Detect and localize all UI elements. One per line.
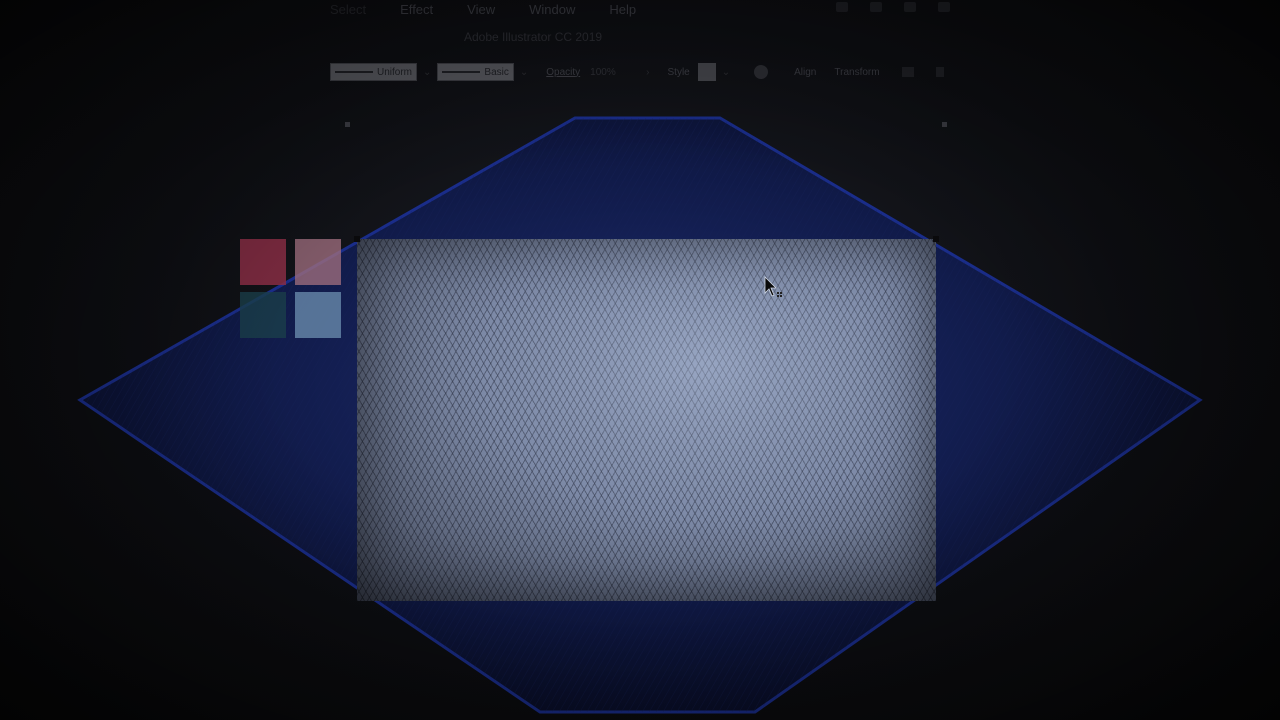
swatch-pink[interactable] bbox=[295, 239, 341, 285]
swatch-light-blue[interactable] bbox=[295, 292, 341, 338]
artboard-corner bbox=[933, 236, 939, 242]
swatch-teal[interactable] bbox=[240, 292, 286, 338]
illustrator-screen: Select Effect View Window Help Adobe Ill… bbox=[0, 0, 1280, 720]
artboard-corner bbox=[354, 236, 360, 242]
arrow-cursor-icon bbox=[764, 276, 782, 297]
artboard[interactable] bbox=[354, 236, 939, 601]
swatch-red[interactable] bbox=[240, 239, 286, 285]
